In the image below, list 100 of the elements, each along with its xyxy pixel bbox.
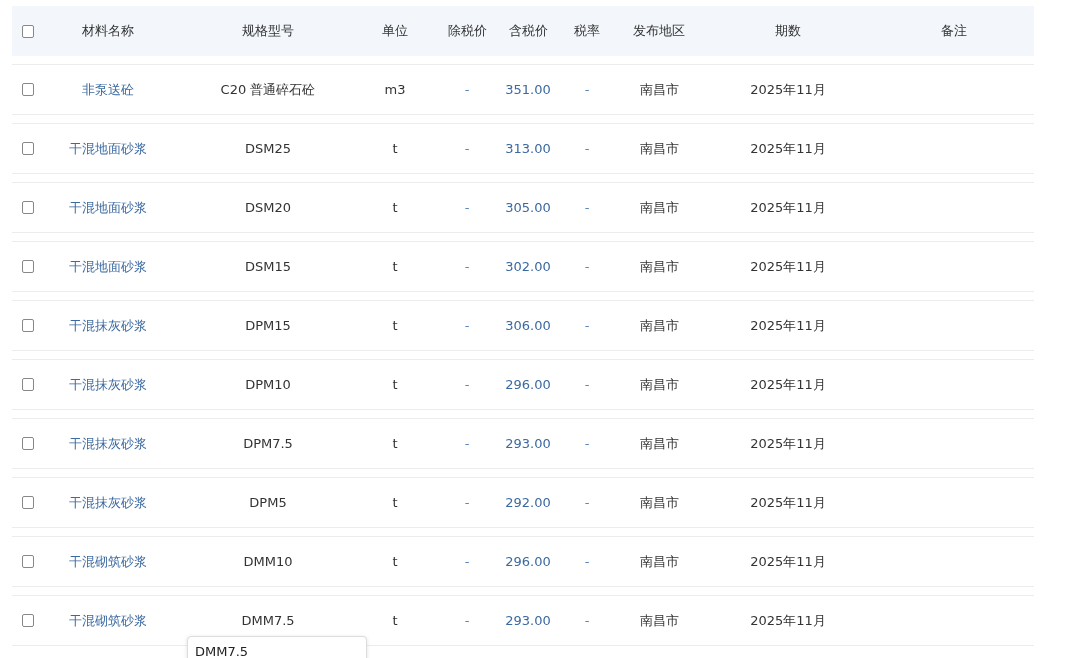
row-checkbox[interactable] xyxy=(22,260,34,273)
table-cell-text: 南昌市 xyxy=(638,257,680,276)
table-cell-text: 296.00 xyxy=(504,377,552,392)
material-name-link[interactable]: 干混地面砂浆 xyxy=(34,139,182,158)
table-cell-text: - xyxy=(463,554,471,569)
row-checkbox[interactable] xyxy=(22,319,34,332)
table-cell-text: 296.00 xyxy=(504,554,552,569)
column-header: 期数 xyxy=(774,22,802,40)
column-header: 除税价 xyxy=(446,22,488,40)
table-cell-text: 2025年11月 xyxy=(749,198,827,217)
row-checkbox[interactable] xyxy=(22,378,34,391)
table-cell-text: 南昌市 xyxy=(638,375,680,394)
column-header: 备注 xyxy=(940,22,968,40)
table-cell-text: 292.00 xyxy=(504,495,552,510)
table-cell-text: - xyxy=(583,495,591,510)
table-cell-text: 南昌市 xyxy=(638,611,680,630)
table-cell-text: - xyxy=(463,141,471,156)
table-cell-text: 351.00 xyxy=(504,82,552,97)
material-name-link[interactable]: 干混抹灰砂浆 xyxy=(34,493,182,512)
table-cell-text: 2025年11月 xyxy=(749,375,827,394)
table-cell-text: - xyxy=(463,318,471,333)
table-cell-text: t xyxy=(391,495,399,510)
row-checkbox[interactable] xyxy=(22,555,34,568)
column-header: 税率 xyxy=(573,22,601,40)
row-checkbox[interactable] xyxy=(22,496,34,509)
table-cell-text: - xyxy=(463,259,471,274)
table-cell-text: t xyxy=(391,436,399,451)
table-cell-text: 2025年11月 xyxy=(749,434,827,453)
table-cell-text: 2025年11月 xyxy=(749,493,827,512)
table-cell-text: 南昌市 xyxy=(638,434,680,453)
table-cell-text: t xyxy=(391,554,399,569)
table-cell-text: m3 xyxy=(383,82,407,97)
table-cell-text: DMM10 xyxy=(242,554,294,569)
table-cell-text: - xyxy=(583,554,591,569)
select-all-checkbox[interactable] xyxy=(22,24,34,38)
table-cell-text: DSM20 xyxy=(244,200,292,215)
table-cell-text: 2025年11月 xyxy=(749,139,827,158)
table-cell-text: DMM7.5 xyxy=(240,613,296,628)
table-cell-text: DSM15 xyxy=(244,259,292,274)
table-cell-text: - xyxy=(583,377,591,392)
table-cell-text: t xyxy=(391,259,399,274)
table-cell-text: C20 普通碎石砼 xyxy=(219,80,317,99)
table-cell-text: 南昌市 xyxy=(638,316,680,335)
table-cell-text: 2025年11月 xyxy=(749,257,827,276)
table-cell-text: DPM5 xyxy=(248,495,288,510)
table-cell-text: - xyxy=(463,495,471,510)
table-cell-text: 南昌市 xyxy=(638,80,680,99)
table-cell-text: 南昌市 xyxy=(638,552,680,571)
table-cell-text: t xyxy=(391,200,399,215)
table-cell-text: - xyxy=(583,141,591,156)
table-cell-text: DPM15 xyxy=(244,318,292,333)
table-cell-text: t xyxy=(391,318,399,333)
material-name-link[interactable]: 干混砌筑砂浆 xyxy=(34,552,182,571)
table-cell-text: - xyxy=(583,613,591,628)
row-checkbox[interactable] xyxy=(22,83,34,96)
material-name-link[interactable]: 干混砌筑砂浆 xyxy=(34,611,182,630)
material-name-link[interactable]: 干混地面砂浆 xyxy=(34,198,182,217)
table-cell-text: t xyxy=(391,141,399,156)
column-header: 发布地区 xyxy=(632,22,686,40)
table-cell-text: DPM7.5 xyxy=(242,436,294,451)
column-header: 单位 xyxy=(381,22,409,40)
table-cell-text: - xyxy=(463,377,471,392)
material-name-link[interactable]: 非泵送砼 xyxy=(34,80,182,99)
table-cell-text: 南昌市 xyxy=(638,198,680,217)
table-cell-text: - xyxy=(583,436,591,451)
table-cell-text: 南昌市 xyxy=(638,139,680,158)
table-cell-text: 南昌市 xyxy=(638,493,680,512)
table-cell-text: 2025年11月 xyxy=(749,316,827,335)
table-cell-text: - xyxy=(583,259,591,274)
row-checkbox[interactable] xyxy=(22,201,34,214)
table-cell-text: 2025年11月 xyxy=(749,552,827,571)
column-header: 含税价 xyxy=(507,22,549,40)
column-header: 规格型号 xyxy=(241,22,295,40)
table-cell-text: 293.00 xyxy=(504,613,552,628)
table-cell-text: - xyxy=(463,613,471,628)
table-cell-text: t xyxy=(391,613,399,628)
table-cell-text: - xyxy=(583,82,591,97)
table-cell-text: - xyxy=(583,318,591,333)
table-cell-text: 293.00 xyxy=(504,436,552,451)
table-cell-text: DPM10 xyxy=(244,377,292,392)
row-checkbox[interactable] xyxy=(22,142,34,155)
material-name-link[interactable]: 干混地面砂浆 xyxy=(34,257,182,276)
material-name-link[interactable]: 干混抹灰砂浆 xyxy=(34,375,182,394)
table-cell-text: 2025年11月 xyxy=(749,611,827,630)
table-cell-text: 306.00 xyxy=(504,318,552,333)
table-cell-text: 2025年11月 xyxy=(749,80,827,99)
tooltip: DMM7.5 xyxy=(187,636,367,658)
material-name-link[interactable]: 干混抹灰砂浆 xyxy=(34,434,182,453)
table-cell-text: - xyxy=(463,436,471,451)
row-checkbox[interactable] xyxy=(22,614,34,627)
row-checkbox[interactable] xyxy=(22,437,34,450)
table-cell-text: 313.00 xyxy=(504,141,552,156)
table-cell-text: - xyxy=(463,200,471,215)
material-name-link[interactable]: 干混抹灰砂浆 xyxy=(34,316,182,335)
table-cell-text: 302.00 xyxy=(504,259,552,274)
column-header: 材料名称 xyxy=(81,22,135,40)
table-cell-text: DSM25 xyxy=(244,141,292,156)
table-cell-text: - xyxy=(463,82,471,97)
table-cell-text: 305.00 xyxy=(504,200,552,215)
table-cell-text: - xyxy=(583,200,591,215)
